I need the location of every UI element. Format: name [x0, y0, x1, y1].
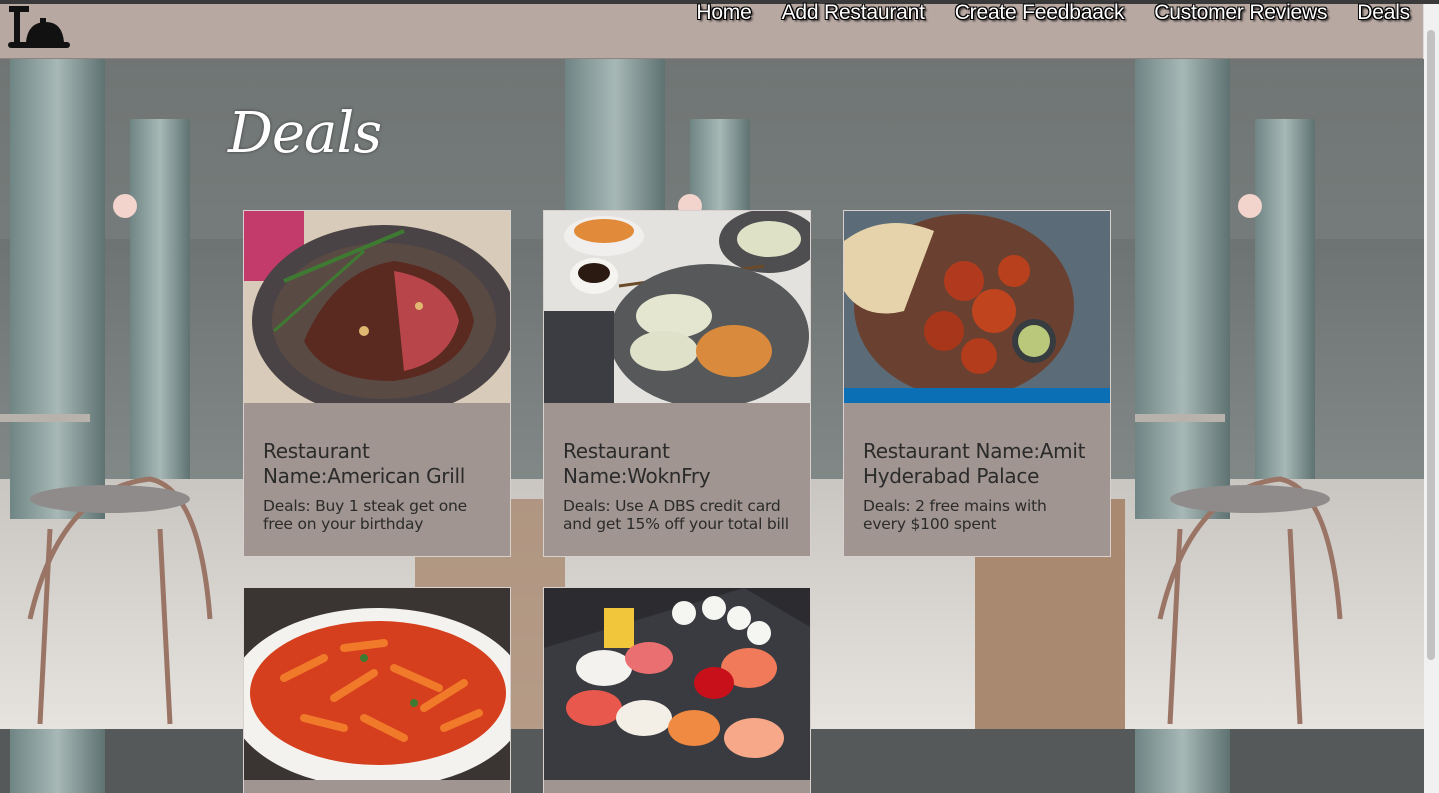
deal-card[interactable]: Restaurant Name:WoknFry Deals: Use A DBS…: [543, 210, 811, 557]
page-scrollbar[interactable]: [1423, 4, 1439, 793]
restaurant-name: Restaurant Name:American Grill: [263, 439, 465, 488]
deal-text: Deals: Buy 1 steak get one free on your …: [263, 497, 467, 533]
nav-deals[interactable]: Deals: [1342, 2, 1410, 26]
nav-home[interactable]: Home: [681, 2, 766, 26]
nav-create-feedback[interactable]: Create Feedbaack: [940, 2, 1140, 26]
deal-card[interactable]: Restaurant Name:Amit Hyderabad Palace De…: [843, 210, 1111, 557]
restaurant-logo-icon[interactable]: [6, 4, 72, 52]
hero-background: Deals Restaurant Name:American Grill Dea…: [0, 59, 1424, 793]
deal-card[interactable]: [543, 587, 811, 793]
deal-card[interactable]: [243, 587, 511, 793]
scrollbar-thumb[interactable]: [1427, 30, 1435, 660]
penne-pasta-image: [244, 588, 510, 780]
page-title: Deals: [228, 101, 382, 166]
deal-text: Deals: 2 free mains with every $100 spen…: [863, 497, 1047, 533]
nav-links: Home Add Restaurant Create Feedbaack Cus…: [681, 2, 1410, 26]
navbar: Home Add Restaurant Create Feedbaack Cus…: [0, 2, 1424, 59]
deal-text: Deals: Use A DBS credit card and get 15%…: [563, 497, 789, 533]
nav-customer-reviews[interactable]: Customer Reviews: [1139, 2, 1342, 26]
sushi-platter-image: [544, 588, 810, 780]
chicken-wings-image: [844, 211, 1110, 403]
restaurant-name: Restaurant Name:WoknFry: [563, 439, 711, 488]
steak-image: [244, 211, 510, 403]
restaurant-name: Restaurant Name:Amit Hyderabad Palace: [863, 439, 1086, 488]
deal-card[interactable]: Restaurant Name:American Grill Deals: Bu…: [243, 210, 511, 557]
dumplings-image: [544, 211, 810, 403]
nav-add-restaurant[interactable]: Add Restaurant: [767, 2, 940, 26]
